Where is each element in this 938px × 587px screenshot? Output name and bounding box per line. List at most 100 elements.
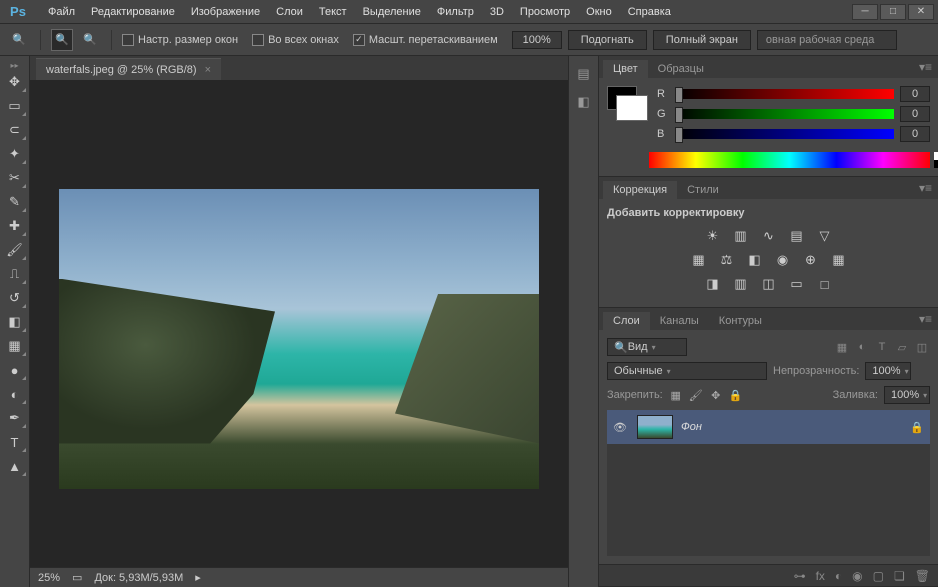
minimize-button[interactable]: ─ xyxy=(852,4,878,20)
input-b[interactable] xyxy=(900,126,930,142)
filter-adjustment-icon[interactable]: ◐ xyxy=(854,339,870,355)
blend-mode-dropdown[interactable]: Обычные xyxy=(607,362,767,380)
input-r[interactable] xyxy=(900,86,930,102)
layer-visibility-icon[interactable]: 👁 xyxy=(613,421,629,434)
menu-view[interactable]: Просмотр xyxy=(512,2,578,22)
layer-mask-icon[interactable]: ◐ xyxy=(835,569,842,583)
canvas[interactable] xyxy=(30,80,568,567)
adj-levels-icon[interactable]: ▥ xyxy=(731,227,751,245)
history-brush-tool[interactable]: ↺ xyxy=(3,287,27,309)
status-arrow-icon[interactable]: ▸ xyxy=(195,571,201,584)
tab-color[interactable]: Цвет xyxy=(603,60,648,78)
tab-styles[interactable]: Стили xyxy=(677,181,729,199)
layer-name[interactable]: Фон xyxy=(681,421,702,433)
menu-select[interactable]: Выделение xyxy=(355,2,429,22)
adjustments-panel-menu-icon[interactable]: ▾≡ xyxy=(919,181,932,195)
adj-threshold-icon[interactable]: ◫ xyxy=(759,275,779,293)
filter-type-icon[interactable]: T xyxy=(874,339,890,355)
layer-fx-icon[interactable]: fx xyxy=(816,569,825,583)
workspace-dropdown[interactable]: овная рабочая среда xyxy=(757,30,897,50)
document-tab[interactable]: waterfals.jpeg @ 25% (RGB/8) × xyxy=(36,58,221,80)
close-tab-icon[interactable]: × xyxy=(205,64,211,76)
zoom-out-icon[interactable]: 🔍 xyxy=(79,29,101,51)
lock-transparency-icon[interactable]: ▦ xyxy=(669,388,683,402)
adj-brightness-icon[interactable]: ☀ xyxy=(703,227,723,245)
type-tool[interactable]: T xyxy=(3,431,27,453)
maximize-button[interactable]: □ xyxy=(880,4,906,20)
brush-tool[interactable]: 🖌 xyxy=(3,239,27,261)
adj-curves-icon[interactable]: ∿ xyxy=(759,227,779,245)
menu-edit[interactable]: Редактирование xyxy=(83,2,183,22)
adj-mixer-icon[interactable]: ⊕ xyxy=(801,251,821,269)
adj-hue-icon[interactable]: ▦ xyxy=(689,251,709,269)
gradient-tool[interactable]: ▦ xyxy=(3,335,27,357)
menu-layers[interactable]: Слои xyxy=(268,2,311,22)
filter-pixel-icon[interactable]: ▦ xyxy=(834,339,850,355)
adj-photo-filter-icon[interactable]: ◉ xyxy=(773,251,793,269)
pen-tool[interactable]: ✒ xyxy=(3,407,27,429)
adj-bw-icon[interactable]: ◧ xyxy=(745,251,765,269)
status-zoom[interactable]: 25% xyxy=(38,572,60,584)
status-preview-icon[interactable]: ▭ xyxy=(72,571,82,584)
move-tool[interactable]: ✥ xyxy=(3,71,27,93)
zoom-in-icon[interactable]: 🔍 xyxy=(51,29,73,51)
menu-file[interactable]: Файл xyxy=(40,2,83,22)
adj-gradient-map-icon[interactable]: ▭ xyxy=(787,275,807,293)
eyedropper-tool[interactable]: ✎ xyxy=(3,191,27,213)
tab-swatches[interactable]: Образцы xyxy=(648,60,714,78)
new-group-icon[interactable]: ▢ xyxy=(873,569,884,583)
delete-layer-icon[interactable]: 🗑 xyxy=(915,569,930,583)
menu-image[interactable]: Изображение xyxy=(183,2,268,22)
path-select-tool[interactable]: ▲ xyxy=(3,455,27,477)
adj-lookup-icon[interactable]: ▦ xyxy=(829,251,849,269)
filter-shape-icon[interactable]: ▱ xyxy=(894,339,910,355)
adj-posterize-icon[interactable]: ▥ xyxy=(731,275,751,293)
menu-text[interactable]: Текст xyxy=(311,2,355,22)
lock-position-icon[interactable]: ✥ xyxy=(709,388,723,402)
layers-panel-menu-icon[interactable]: ▾≡ xyxy=(919,312,932,326)
marquee-tool[interactable]: ▭ xyxy=(3,95,27,117)
history-panel-icon[interactable]: ▤ xyxy=(574,64,594,84)
properties-panel-icon[interactable]: ◧ xyxy=(574,92,594,112)
menu-window[interactable]: Окно xyxy=(578,2,620,22)
healing-tool[interactable]: ✚ xyxy=(3,215,27,237)
resize-windows-checkbox[interactable]: Настр. размер окон xyxy=(122,34,238,46)
zoom-tool-icon[interactable]: 🔍 xyxy=(8,29,30,51)
slider-r[interactable] xyxy=(675,89,894,99)
new-layer-icon[interactable]: ❏ xyxy=(894,569,905,583)
slider-g[interactable] xyxy=(675,109,894,119)
lock-all-icon[interactable]: 🔒 xyxy=(729,388,743,402)
layer-thumbnail[interactable] xyxy=(637,415,673,439)
zoom-percent-input[interactable] xyxy=(512,31,562,49)
tab-adjustments[interactable]: Коррекция xyxy=(603,181,677,199)
crop-tool[interactable]: ✂ xyxy=(3,167,27,189)
toolbar-collapse-icon[interactable]: ▸▸ xyxy=(0,60,29,70)
eraser-tool[interactable]: ◧ xyxy=(3,311,27,333)
menu-filter[interactable]: Фильтр xyxy=(429,2,482,22)
menu-3d[interactable]: 3D xyxy=(482,2,512,22)
color-panel-menu-icon[interactable]: ▾≡ xyxy=(919,60,932,74)
all-windows-checkbox[interactable]: Во всех окнах xyxy=(252,34,339,46)
stamp-tool[interactable]: ⎍ xyxy=(3,263,27,285)
lasso-tool[interactable]: ⊂ xyxy=(3,119,27,141)
new-adjustment-icon[interactable]: ◉ xyxy=(852,569,862,583)
magic-wand-tool[interactable]: ✦ xyxy=(3,143,27,165)
foreground-background-swatch[interactable] xyxy=(607,86,637,110)
status-doc-info[interactable]: Док: 5,93M/5,93M xyxy=(94,572,183,584)
lock-pixels-icon[interactable]: 🖌 xyxy=(689,388,703,402)
fullscreen-button[interactable]: Полный экран xyxy=(653,30,751,50)
layer-locked-icon[interactable]: 🔒 xyxy=(910,421,924,434)
fill-input[interactable]: 100% xyxy=(884,386,930,404)
blur-tool[interactable]: ● xyxy=(3,359,27,381)
tab-channels[interactable]: Каналы xyxy=(650,312,709,330)
adj-vibrance-icon[interactable]: ▽ xyxy=(815,227,835,245)
menu-help[interactable]: Справка xyxy=(620,2,679,22)
filter-smart-icon[interactable]: ◫ xyxy=(914,339,930,355)
slider-b[interactable] xyxy=(675,129,894,139)
layer-filter-kind-dropdown[interactable]: 🔍 Вид xyxy=(607,338,687,356)
tab-paths[interactable]: Контуры xyxy=(709,312,772,330)
dodge-tool[interactable]: ◐ xyxy=(3,383,27,405)
adj-selective-icon[interactable]: □ xyxy=(815,275,835,293)
color-spectrum[interactable] xyxy=(649,152,930,168)
adj-exposure-icon[interactable]: ▤ xyxy=(787,227,807,245)
